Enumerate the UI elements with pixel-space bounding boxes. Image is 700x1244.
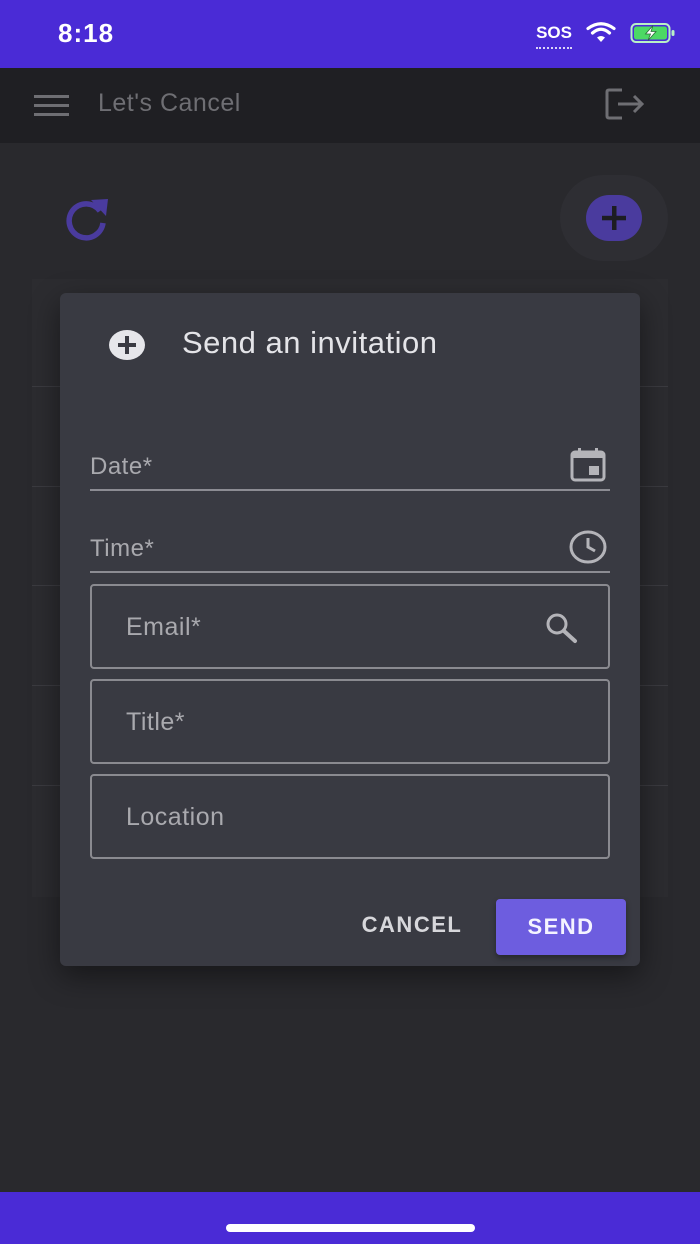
refresh-icon <box>60 193 112 245</box>
add-circle-icon <box>108 329 146 361</box>
date-label: Date* <box>90 453 153 480</box>
date-field[interactable]: Date* <box>90 431 610 491</box>
refresh-button[interactable] <box>60 193 112 245</box>
wifi-icon <box>586 22 616 44</box>
logout-button[interactable] <box>604 86 646 122</box>
location-label: Location <box>126 803 225 831</box>
clock-icon[interactable] <box>568 529 608 565</box>
send-button[interactable]: SEND <box>496 899 626 955</box>
location-field[interactable]: Location <box>90 774 610 859</box>
search-icon[interactable] <box>544 612 578 644</box>
logout-icon <box>604 86 646 122</box>
status-indicators: SOS <box>536 22 676 49</box>
dialog-title: Send an invitation <box>182 325 438 360</box>
status-time: 8:18 <box>58 18 115 48</box>
send-invitation-dialog: Send an invitation Date* Time* Email* Ti… <box>60 293 640 966</box>
status-bar: 8:18 SOS <box>0 0 700 68</box>
cancel-button[interactable]: CANCEL <box>350 899 474 951</box>
email-field[interactable]: Email* <box>90 584 610 669</box>
app-bar: Let's Cancel <box>0 68 700 143</box>
email-label: Email* <box>126 613 202 641</box>
add-circle-icon <box>586 195 642 241</box>
bottom-bar <box>0 1192 700 1244</box>
app-title: Let's Cancel <box>98 89 241 117</box>
battery-charging-icon <box>630 22 676 44</box>
menu-icon <box>34 92 70 120</box>
time-label: Time* <box>90 535 155 562</box>
title-label: Title* <box>126 708 186 736</box>
add-invitation-button[interactable] <box>560 175 668 261</box>
title-field[interactable]: Title* <box>90 679 610 764</box>
time-field[interactable]: Time* <box>90 513 610 573</box>
home-indicator[interactable] <box>226 1224 475 1232</box>
sos-indicator: SOS <box>536 23 572 49</box>
menu-button[interactable] <box>34 92 70 120</box>
calendar-icon[interactable] <box>568 447 608 483</box>
